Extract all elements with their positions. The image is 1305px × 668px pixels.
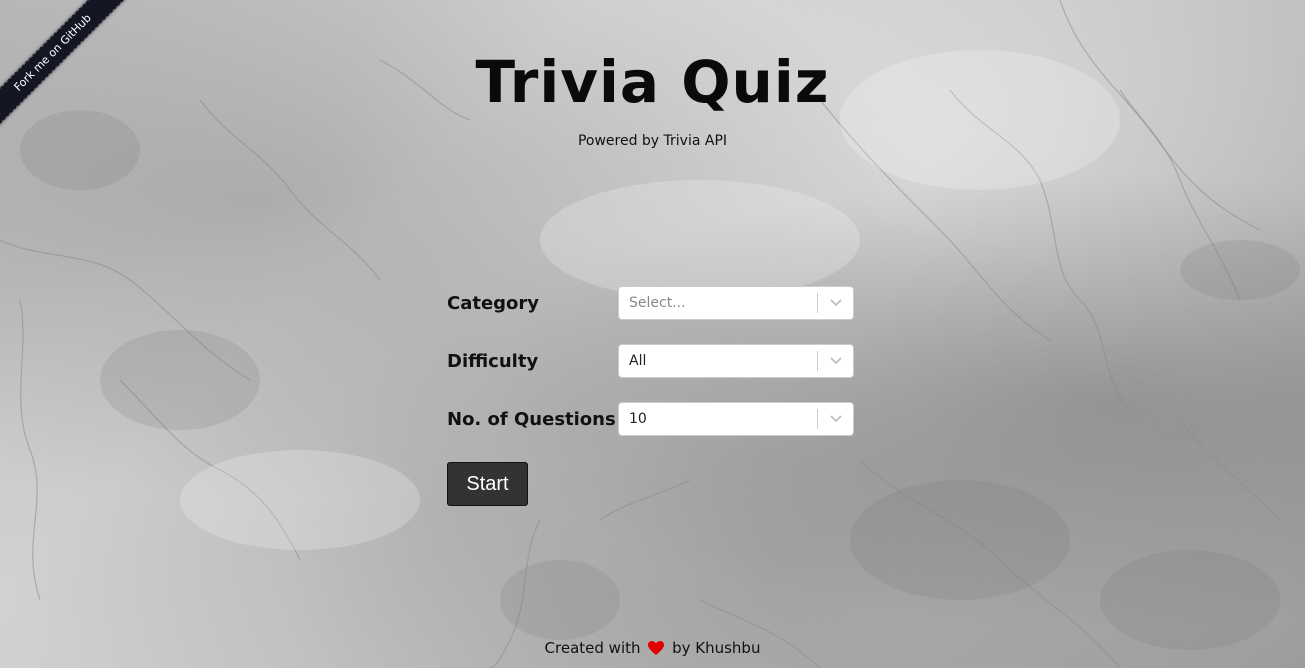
difficulty-row: Difficulty All [447,342,857,380]
category-row: Category Select... [447,284,857,322]
difficulty-select-value: All [629,353,647,369]
category-label: Category [447,292,540,314]
chevron-down-icon[interactable] [818,345,853,377]
start-button[interactable]: Start [447,462,528,506]
quiz-settings-form: Category Select... Difficulty All No. of… [447,284,857,506]
footer: Created with by Khushbu [0,639,1305,660]
page-title: Trivia Quiz [475,48,830,116]
heart-icon [647,640,665,660]
footer-prefix: Created with [544,639,641,657]
questions-select[interactable]: 10 [618,402,854,436]
questions-label: No. of Questions [447,408,616,430]
chevron-down-icon[interactable] [818,287,853,319]
difficulty-label: Difficulty [447,350,539,372]
questions-select-value: 10 [629,411,647,427]
category-select-placeholder: Select... [629,295,686,311]
category-select[interactable]: Select... [618,286,854,320]
chevron-down-icon[interactable] [818,403,853,435]
page-subtitle: Powered by Trivia API [577,133,728,149]
footer-suffix: by Khushbu [672,639,761,657]
questions-row: No. of Questions 10 [447,400,857,438]
difficulty-select[interactable]: All [618,344,854,378]
